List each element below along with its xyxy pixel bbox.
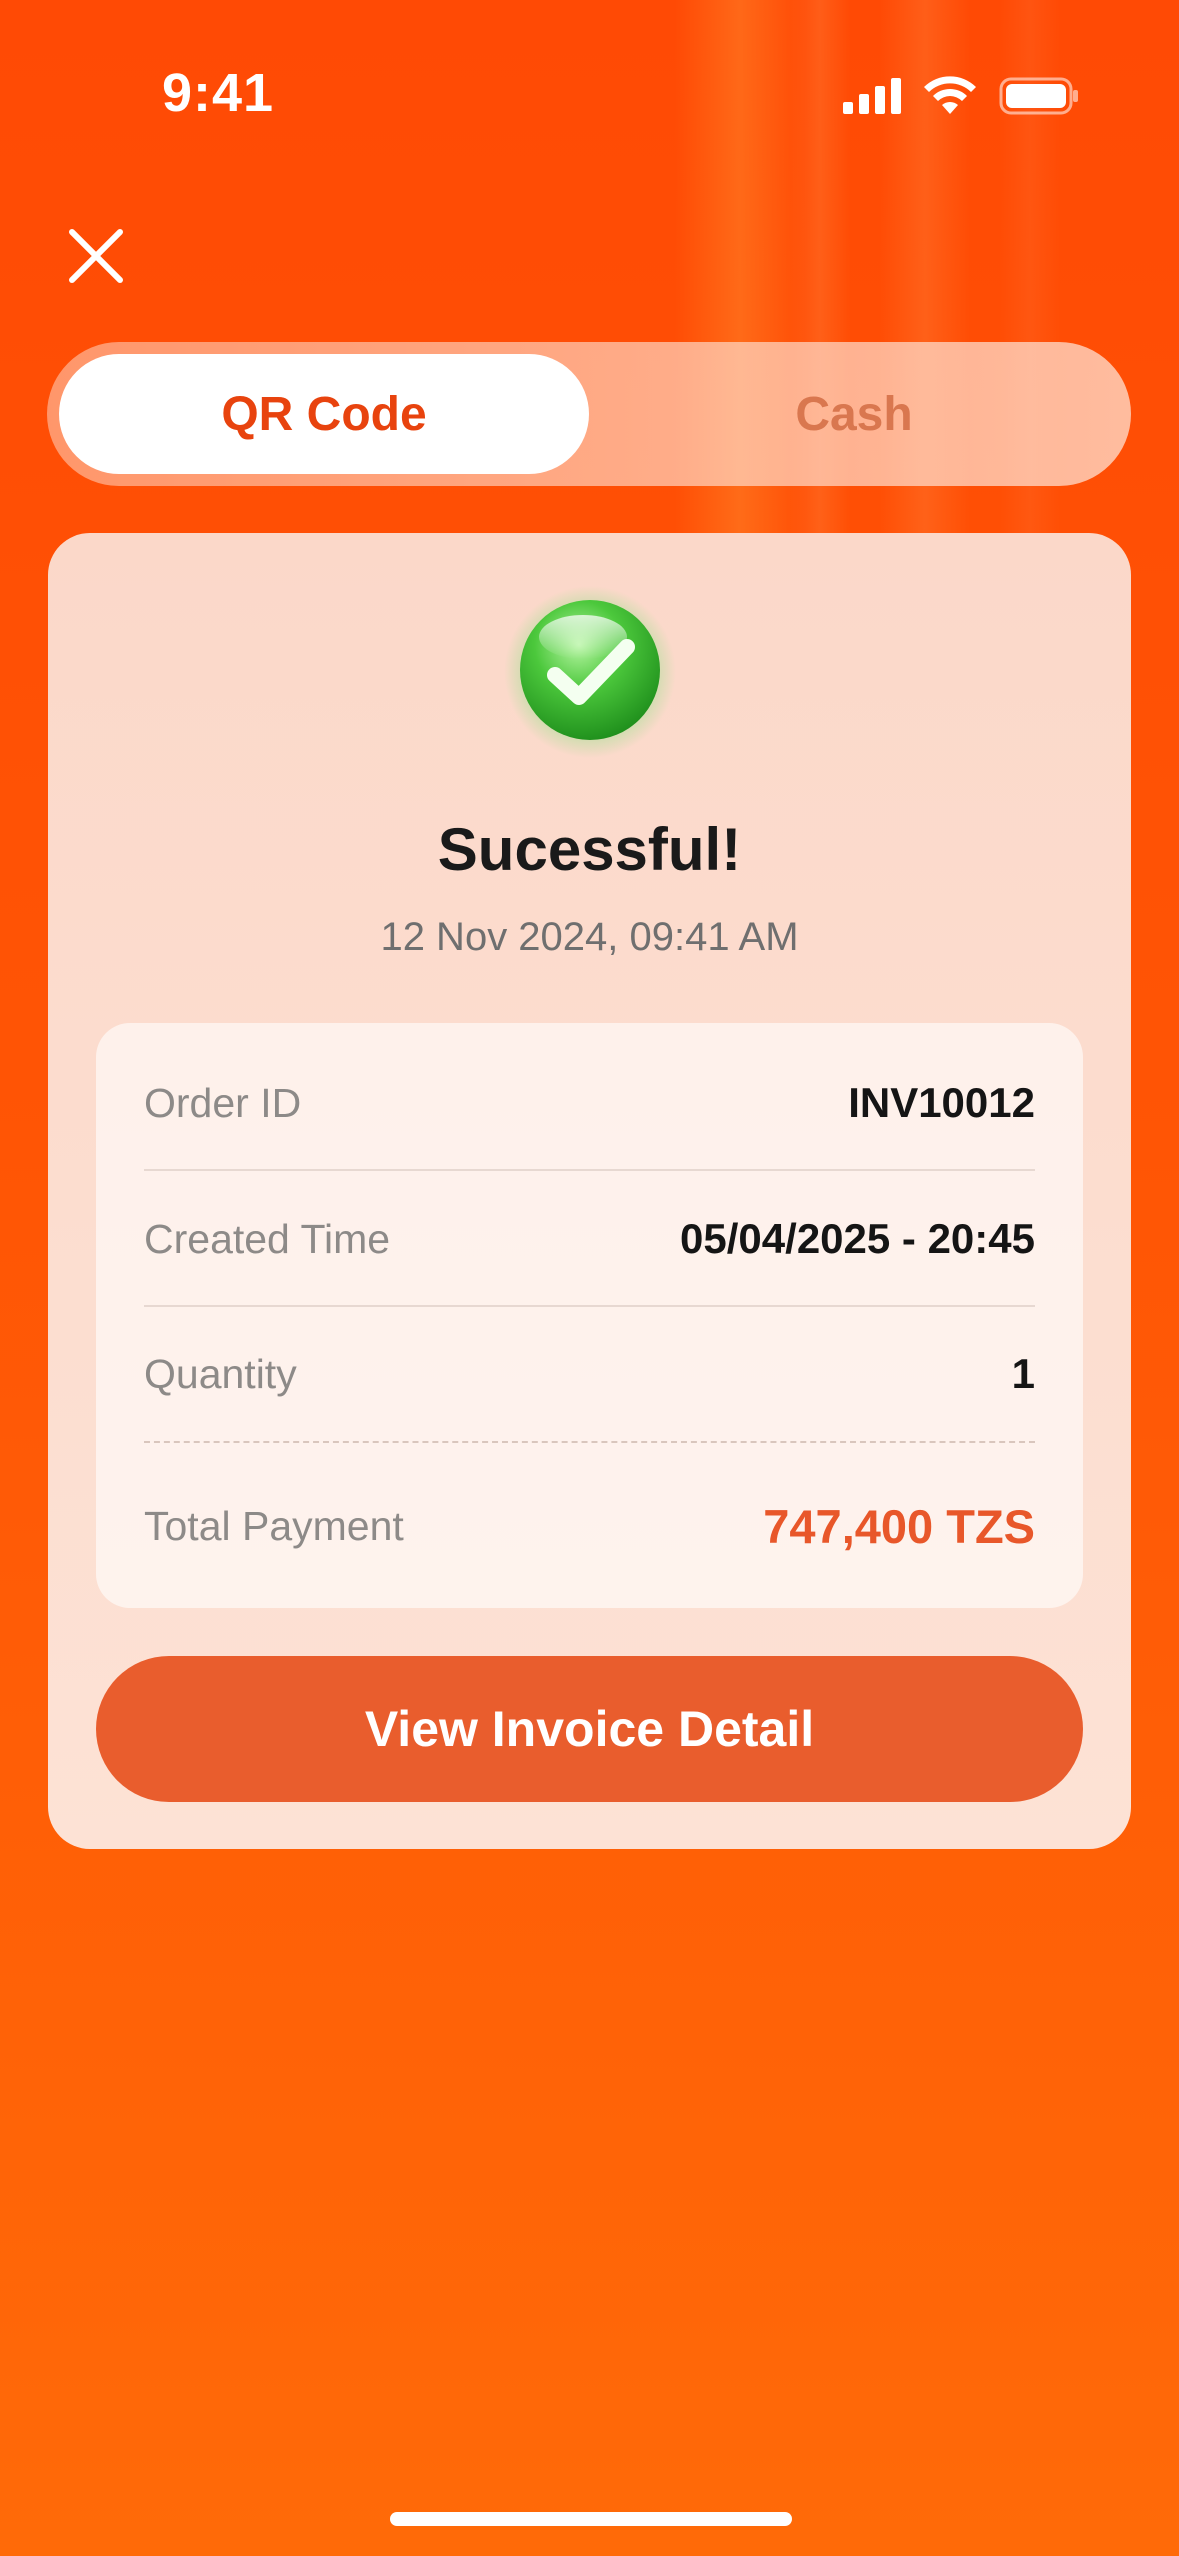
tab-cash[interactable]: Cash [589, 354, 1119, 474]
detail-label: Total Payment [144, 1502, 404, 1549]
status-time: 9:41 [162, 63, 275, 123]
detail-divider [144, 1305, 1035, 1307]
detail-label: Order ID [144, 1079, 302, 1126]
payment-result-card: Sucessful! 12 Nov 2024, 09:41 AM Order I… [48, 533, 1131, 1849]
status-icons [843, 76, 1079, 116]
result-title: Sucessful! [437, 816, 742, 883]
detail-row-total-payment: Total Payment 747,400 TZS [144, 1481, 1035, 1571]
home-indicator[interactable] [390, 2512, 792, 2526]
wifi-icon [924, 76, 976, 114]
detail-value: INV10012 [848, 1079, 1035, 1126]
detail-row-order-id: Order ID INV10012 [144, 1059, 1035, 1147]
detail-divider-dashed [144, 1441, 1035, 1443]
order-details-panel: Order ID INV10012 Created Time 05/04/202… [96, 1023, 1083, 1608]
result-datetime: 12 Nov 2024, 09:41 AM [380, 915, 799, 959]
close-icon [69, 229, 123, 283]
view-invoice-detail-button[interactable]: View Invoice Detail [96, 1656, 1083, 1802]
detail-row-quantity: Quantity 1 [144, 1330, 1035, 1418]
total-payment-value: 747,400 TZS [763, 1499, 1035, 1553]
cellular-signal-icon [843, 78, 901, 114]
close-button[interactable] [62, 222, 130, 290]
success-check-icon [503, 585, 677, 759]
detail-label: Created Time [144, 1215, 391, 1262]
payment-success-screen: 9:41 QR Code Cash Sucessful! 12 Nov 2024… [0, 0, 1179, 2556]
payment-method-tabs: QR Code Cash [47, 342, 1131, 486]
detail-value: 05/04/2025 - 20:45 [680, 1215, 1035, 1262]
detail-label: Quantity [144, 1350, 297, 1397]
status-bar: 9:41 [0, 0, 1179, 190]
tab-qr-code[interactable]: QR Code [59, 354, 589, 474]
detail-divider [144, 1169, 1035, 1171]
battery-icon [999, 77, 1078, 115]
detail-row-created-time: Created Time 05/04/2025 - 20:45 [144, 1195, 1035, 1283]
detail-value: 1 [1011, 1350, 1035, 1397]
